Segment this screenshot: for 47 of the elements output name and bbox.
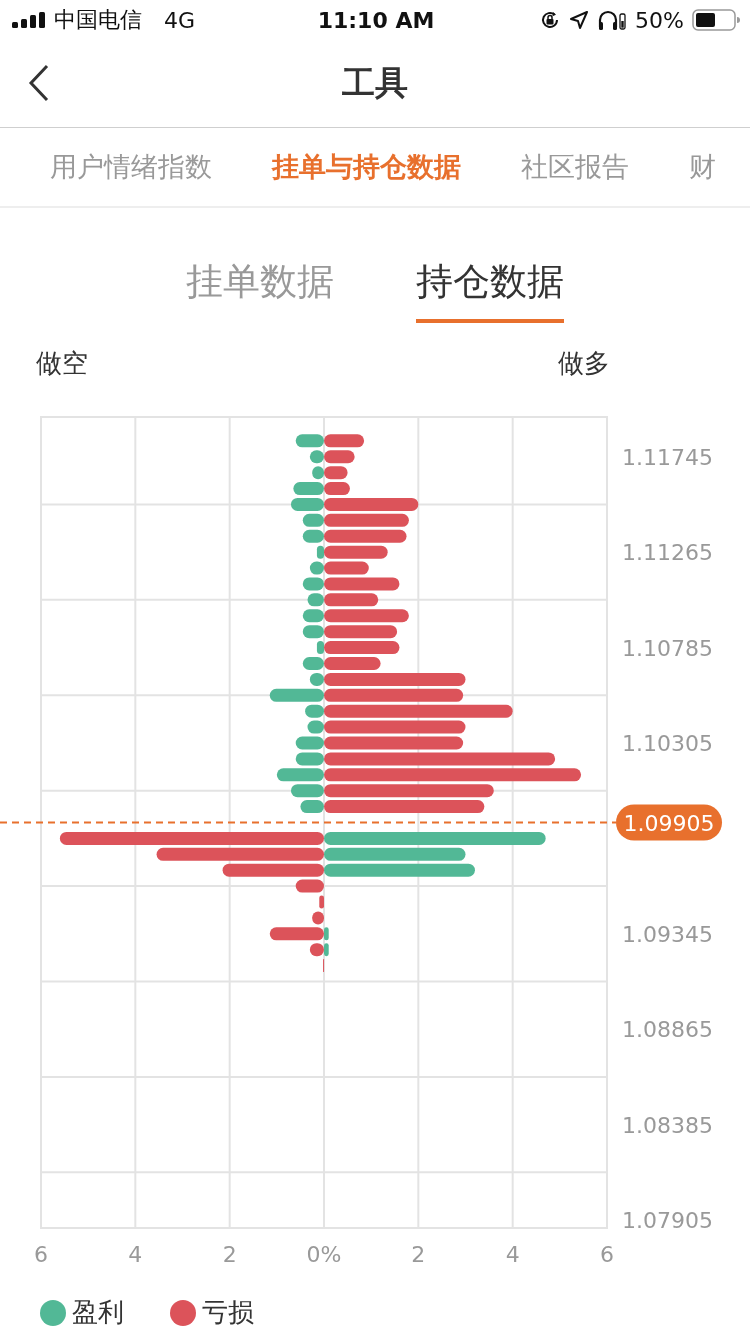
category-tab[interactable]: 挂单与持仓数据 [272,149,461,185]
loss-bar [269,927,324,941]
page-title: 工具 [342,62,408,104]
battery-percent: 50% [635,7,684,33]
location-icon [569,10,590,30]
battery-icon [692,9,740,31]
percent-axis-label: 2 [222,1242,237,1267]
carrier-name: 中国电信 [54,6,142,34]
profit-bar [324,927,329,941]
profit-bar [316,641,324,655]
ref-line-label: 1.09905 [623,810,715,836]
percent-axis-label: 0% [306,1242,342,1267]
back-button[interactable] [28,64,50,102]
short-label: 做空 [36,346,88,380]
profit-bar [276,768,324,782]
price-badge: 1.09905 [616,804,722,841]
network-type: 4G [164,7,196,33]
category-tab[interactable]: 财 [689,149,716,185]
price-axis-label: 1.08865 [622,1017,713,1043]
percent-axis-label: 4 [505,1242,520,1267]
category-tab[interactable]: 用户情绪指数 [50,149,212,185]
headphones-icon [597,9,628,31]
price-axis-label: 1.08385 [622,1112,713,1138]
legend-label: 亏损 [202,1296,254,1329]
price-axis-label: 1.07905 [622,1208,713,1234]
profit-bar [324,943,329,957]
price-axis-label: 1.09345 [622,921,713,947]
status-time: 11:10 AM [317,7,435,33]
loss-bar [324,450,355,464]
loss-bar [324,434,365,448]
data-tab[interactable]: 挂单数据 [186,209,334,323]
percent-axis-label: 4 [128,1242,143,1267]
price-axis-label: 1.10305 [622,731,713,756]
price-axis-label: 1.10785 [622,635,713,661]
percent-axis-label: 6 [600,1242,614,1267]
loss-bar [324,593,379,607]
signal-icon [12,12,46,28]
long-label: 做多 [558,346,610,380]
legend-label: 盈利 [72,1296,124,1329]
percent-axis-label: 6 [34,1242,48,1267]
data-tab[interactable]: 持仓数据 [416,209,564,323]
price-axis-label: 1.11745 [622,444,713,470]
percent-axis-label: 2 [411,1242,426,1267]
profit-bar [316,545,324,559]
loss-bar [319,895,324,909]
category-tab[interactable]: 社区报告 [521,149,629,185]
price-axis-label: 1.11265 [622,540,713,566]
